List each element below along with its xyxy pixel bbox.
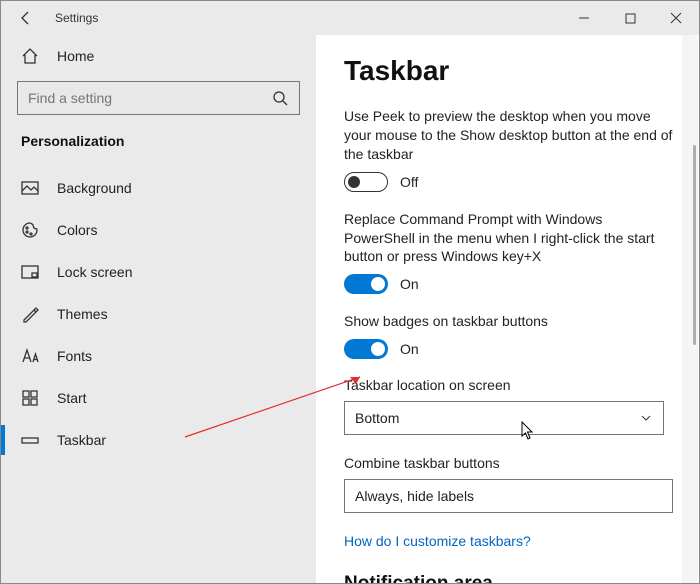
search-field[interactable]	[28, 90, 271, 106]
powershell-state: On	[400, 276, 419, 292]
location-dropdown[interactable]: Bottom	[344, 401, 664, 435]
combine-value: Always, hide labels	[355, 488, 474, 504]
taskbar-icon	[21, 431, 39, 449]
combine-label: Combine taskbar buttons	[344, 455, 673, 471]
scroll-thumb[interactable]	[693, 145, 696, 345]
palette-icon	[21, 221, 39, 239]
peek-description: Use Peek to preview the desktop when you…	[344, 107, 673, 164]
sidebar-item-fonts[interactable]: Fonts	[1, 335, 316, 377]
peek-toggle[interactable]	[344, 172, 388, 192]
start-icon	[21, 389, 39, 407]
maximize-button[interactable]	[607, 1, 653, 35]
back-icon[interactable]	[17, 9, 35, 27]
sidebar-item-label: Taskbar	[57, 432, 106, 448]
minimize-button[interactable]	[561, 1, 607, 35]
chevron-down-icon	[639, 411, 653, 425]
sidebar-item-label: Start	[57, 390, 87, 406]
content-pane: Taskbar Use Peek to preview the desktop …	[316, 35, 699, 583]
home-icon	[21, 47, 39, 65]
badges-description: Show badges on taskbar buttons	[344, 312, 673, 331]
powershell-description: Replace Command Prompt with Windows Powe…	[344, 210, 673, 267]
sidebar-item-themes[interactable]: Themes	[1, 293, 316, 335]
sidebar-item-label: Colors	[57, 222, 97, 238]
cursor-icon	[521, 421, 535, 441]
location-label: Taskbar location on screen	[344, 377, 673, 393]
themes-icon	[21, 305, 39, 323]
fonts-icon	[21, 347, 39, 365]
settings-window: Settings Home	[0, 0, 700, 584]
lockscreen-icon	[21, 263, 39, 281]
sidebar-item-taskbar[interactable]: Taskbar	[1, 419, 316, 461]
sidebar-item-lockscreen[interactable]: Lock screen	[1, 251, 316, 293]
search-input[interactable]	[17, 81, 300, 115]
titlebar: Settings	[1, 1, 699, 35]
peek-state: Off	[400, 174, 418, 190]
sidebar-item-start[interactable]: Start	[1, 377, 316, 419]
sidebar-item-label: Themes	[57, 306, 108, 322]
close-button[interactable]	[653, 1, 699, 35]
search-icon	[271, 89, 289, 107]
section-heading: Notification area	[344, 573, 673, 583]
picture-icon	[21, 179, 39, 197]
sidebar: Home Personalization Background C	[1, 35, 316, 583]
help-link[interactable]: How do I customize taskbars?	[344, 533, 673, 549]
page-title: Taskbar	[344, 55, 673, 87]
location-value: Bottom	[355, 410, 399, 426]
powershell-toggle[interactable]	[344, 274, 388, 294]
scrollbar[interactable]	[682, 35, 698, 583]
sidebar-category: Personalization	[1, 129, 316, 167]
badges-state: On	[400, 341, 419, 357]
sidebar-item-background[interactable]: Background	[1, 167, 316, 209]
badges-toggle[interactable]	[344, 339, 388, 359]
combine-dropdown[interactable]: Always, hide labels	[344, 479, 673, 513]
sidebar-home[interactable]: Home	[1, 37, 316, 75]
window-title: Settings	[55, 11, 98, 25]
sidebar-home-label: Home	[57, 48, 94, 64]
sidebar-item-label: Lock screen	[57, 264, 132, 280]
sidebar-item-label: Fonts	[57, 348, 92, 364]
sidebar-item-label: Background	[57, 180, 132, 196]
sidebar-item-colors[interactable]: Colors	[1, 209, 316, 251]
